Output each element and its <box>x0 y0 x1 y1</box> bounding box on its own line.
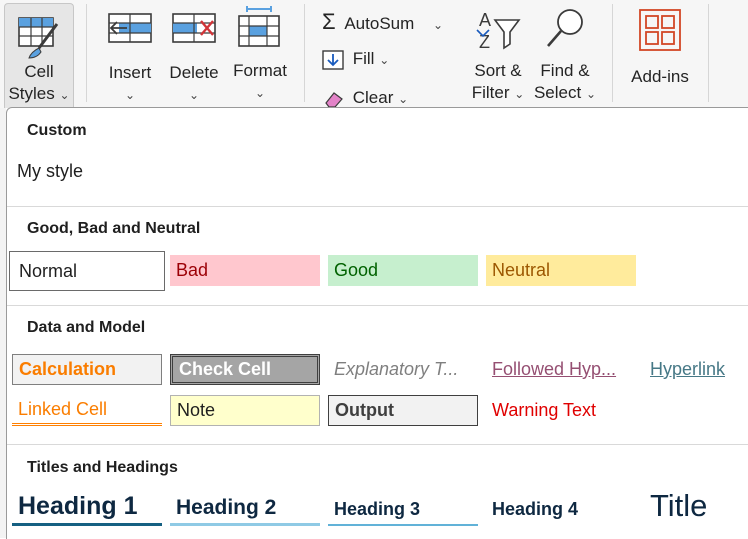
style-heading-2[interactable]: Heading 2 <box>170 492 320 526</box>
magnifier-icon <box>547 9 583 47</box>
chevron-down-icon: ⌄ <box>188 88 200 102</box>
style-normal[interactable]: Normal <box>9 251 165 291</box>
format-cells-icon <box>238 6 280 47</box>
section-header-data-and-model: Data and Model <box>27 319 146 336</box>
insert-cells-icon <box>108 13 152 43</box>
sort-filter-icon: A Z <box>476 10 521 52</box>
style-linked-cell[interactable]: Linked Cell <box>12 395 162 426</box>
style-note[interactable]: Note <box>170 395 320 426</box>
chevron-down-icon: ⌄ <box>514 87 525 101</box>
cell-styles-icon <box>18 17 59 59</box>
style-calculation[interactable]: Calculation <box>12 354 162 385</box>
divider <box>7 206 748 207</box>
style-title[interactable]: Title <box>644 486 744 526</box>
autosum-button[interactable]: Σ AutoSum ⌄ <box>322 9 443 35</box>
separator <box>86 4 87 102</box>
clear-button[interactable]: Clear ⌄ <box>322 88 408 109</box>
chevron-down-icon: ⌄ <box>585 87 597 101</box>
fill-down-icon <box>322 49 344 70</box>
separator <box>708 4 709 102</box>
eraser-icon <box>325 91 343 108</box>
section-header-good-bad-neutral: Good, Bad and Neutral <box>27 220 201 237</box>
style-output[interactable]: Output <box>328 395 478 426</box>
divider <box>7 305 748 306</box>
chevron-down-icon: ⌄ <box>433 18 444 32</box>
style-warning-text[interactable]: Warning Text <box>486 395 636 426</box>
cell-styles-button[interactable]: Cell Styles ⌄ <box>4 3 74 108</box>
style-check-cell[interactable]: Check Cell <box>170 354 320 385</box>
section-header-custom: Custom <box>27 122 87 139</box>
style-good[interactable]: Good <box>328 255 478 286</box>
style-my-style[interactable]: My style <box>11 156 161 187</box>
delete-button[interactable]: Delete ⌄ <box>164 8 224 106</box>
style-bad[interactable]: Bad <box>170 255 320 286</box>
chevron-down-icon: ⌄ <box>254 86 266 100</box>
fill-button[interactable]: Fill ⌄ <box>322 49 389 70</box>
style-heading-3[interactable]: Heading 3 <box>328 494 478 526</box>
style-neutral[interactable]: Neutral <box>486 255 636 286</box>
sort-filter-button[interactable]: A Z Sort & Filter ⌄ <box>466 6 530 105</box>
chevron-down-icon: ⌄ <box>59 88 70 102</box>
cell-styles-gallery: Custom My style Good, Bad and Neutral No… <box>6 107 748 539</box>
divider <box>7 444 748 445</box>
svg-text:A: A <box>479 10 491 30</box>
style-hyperlink[interactable]: Hyperlink <box>644 354 744 385</box>
style-followed-hyperlink[interactable]: Followed Hyp... <box>486 354 636 385</box>
chevron-down-icon: ⌄ <box>398 92 409 106</box>
add-ins-button[interactable]: Add-ins <box>622 8 698 88</box>
style-heading-1[interactable]: Heading 1 <box>12 490 162 526</box>
find-select-button[interactable]: Find & Select ⌄ <box>532 6 598 105</box>
cell-styles-label: Cell Styles ⌄ <box>8 62 70 103</box>
chevron-down-icon: ⌄ <box>124 88 136 102</box>
style-explanatory-text[interactable]: Explanatory T... <box>328 354 478 385</box>
chevron-down-icon: ⌄ <box>379 53 390 67</box>
style-heading-4[interactable]: Heading 4 <box>486 494 636 526</box>
insert-button[interactable]: Insert ⌄ <box>100 8 160 106</box>
delete-cells-icon <box>172 13 216 43</box>
sigma-icon: Σ <box>322 9 336 34</box>
separator <box>612 4 613 102</box>
section-header-titles-and-headings: Titles and Headings <box>27 459 178 476</box>
ribbon: Cell Styles ⌄ Insert ⌄ Delete ⌄ Format ⌄… <box>0 0 748 108</box>
format-button[interactable]: Format ⌄ <box>228 6 292 104</box>
separator <box>304 4 305 102</box>
add-ins-icon <box>639 9 681 51</box>
